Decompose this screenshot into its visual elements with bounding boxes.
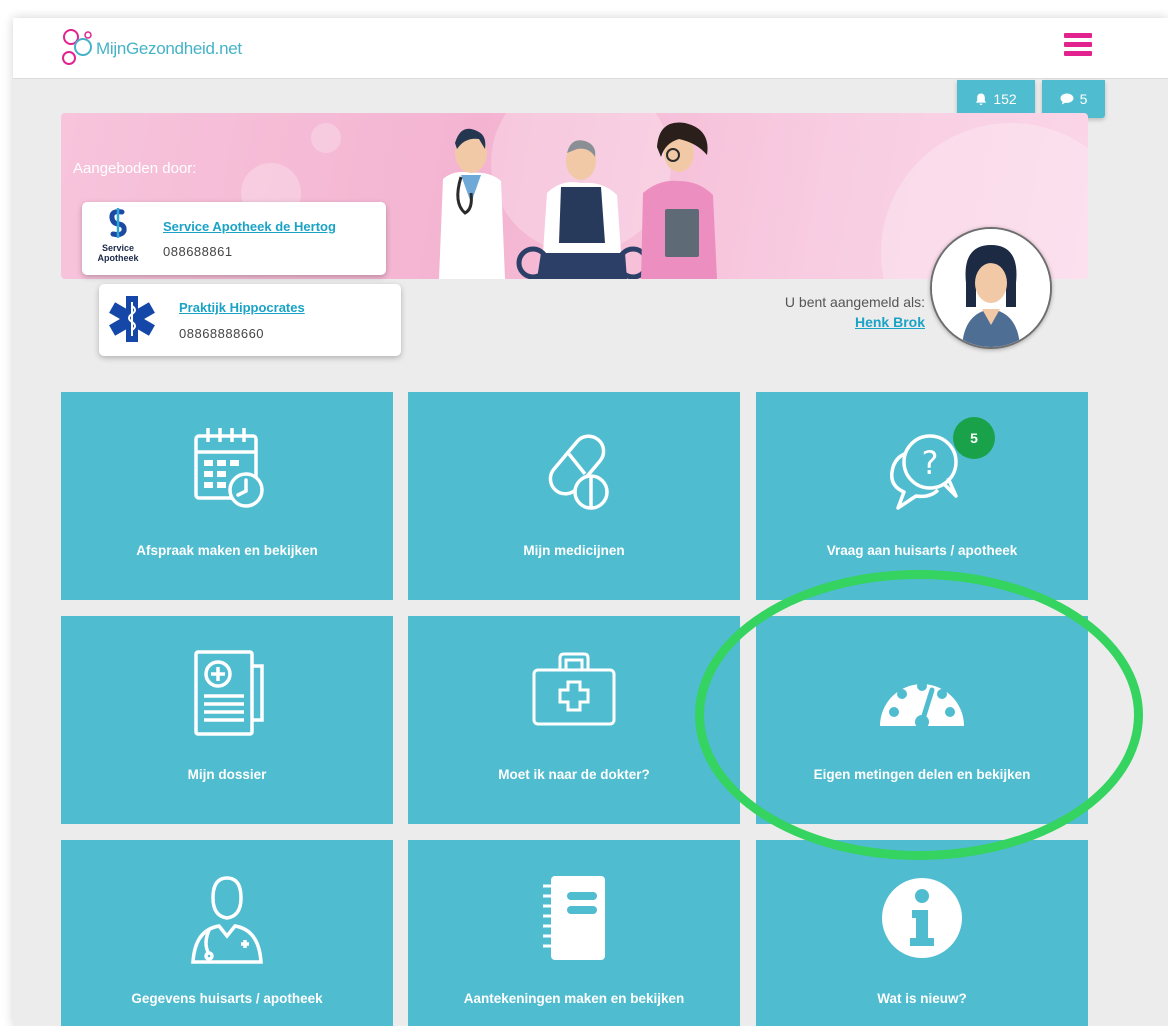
service-apotheek-logo-icon (109, 208, 127, 238)
tile-notes[interactable]: Aantekeningen maken en bekijken (408, 840, 740, 1026)
pharmacy-name-link[interactable]: Service Apotheek de Hertog (163, 219, 336, 234)
user-name-link[interactable]: Henk Brok (785, 314, 925, 330)
app-window: MijnGezondheid.net 152 5 Aangeboden door… (13, 18, 1168, 1026)
calendar-clock-icon (194, 428, 264, 508)
healthcare-illustration (439, 122, 717, 279)
logged-in-info: U bent aangemeld als: Henk Brok (785, 294, 925, 330)
tile-measurements[interactable]: Eigen metingen delen en bekijken (756, 616, 1088, 824)
tile-dossier[interactable]: Mijn dossier (61, 616, 393, 824)
medical-kit-icon (532, 652, 616, 726)
doctor-icon (191, 876, 263, 964)
tile-label: Afspraak maken en bekijken (136, 543, 318, 558)
tile-label: Mijn dossier (187, 767, 267, 782)
tile-see-doctor[interactable]: Moet ik naar de dokter? (408, 616, 740, 824)
pharmacy-logo-text-2: Apotheek (97, 253, 139, 263)
logo[interactable]: MijnGezondheid.net (60, 25, 242, 73)
star-of-life-icon (109, 296, 155, 342)
tile-whats-new[interactable]: Wat is nieuw? (756, 840, 1088, 1026)
tile-label: Moet ik naar de dokter? (498, 767, 650, 782)
tile-label: Mijn medicijnen (523, 543, 625, 558)
pharmacy-logo: Service Apotheek (88, 208, 148, 268)
bell-icon (976, 93, 987, 105)
offered-by-label: Aangeboden door: (73, 160, 197, 177)
unread-badge: 5 (953, 417, 995, 459)
tile-label: Wat is nieuw? (877, 991, 967, 1006)
gp-card: Praktijk Hippocrates 08868888660 (99, 284, 401, 356)
hamburger-menu-button[interactable] (1064, 33, 1092, 59)
notebook-icon (543, 876, 605, 960)
tile-label: Vraag aan huisarts / apotheek (826, 543, 1018, 558)
logo-icon (62, 29, 92, 65)
avatar-icon (932, 229, 1050, 347)
svg-text:?: ? (922, 444, 939, 482)
messages-count: 5 (1079, 91, 1088, 107)
pharmacy-card: Service Apotheek Service Apotheek de Her… (82, 202, 386, 275)
logged-in-label: U bent aangemeld als: (784, 294, 925, 310)
tile-label: Gegevens huisarts / apotheek (131, 991, 323, 1006)
user-avatar[interactable] (930, 227, 1052, 349)
notifications-count: 152 (993, 91, 1017, 107)
tile-question[interactable]: ? Vraag aan huisarts / apotheek 5 (756, 392, 1088, 600)
tile-medicines[interactable]: Mijn medicijnen (408, 392, 740, 600)
medical-file-icon (194, 650, 264, 736)
chat-bubble-icon (1060, 93, 1074, 105)
gauge-icon (880, 681, 964, 729)
tile-label: Eigen metingen delen en bekijken (813, 767, 1031, 782)
tile-gp-details[interactable]: Gegevens huisarts / apotheek (61, 840, 393, 1026)
gp-name-link[interactable]: Praktijk Hippocrates (179, 300, 305, 315)
logo-text: MijnGezondheid.net (96, 39, 242, 58)
info-icon (882, 878, 962, 958)
pills-icon (548, 434, 609, 510)
pharmacy-logo-text-1: Service (101, 243, 135, 253)
gp-phone: 08868888660 (179, 326, 265, 341)
tile-appointments[interactable]: Afspraak maken en bekijken (61, 392, 393, 600)
pharmacy-phone: 088688861 (163, 244, 233, 259)
top-bar: MijnGezondheid.net (13, 18, 1168, 79)
tile-label: Aantekeningen maken en bekijken (463, 991, 685, 1006)
